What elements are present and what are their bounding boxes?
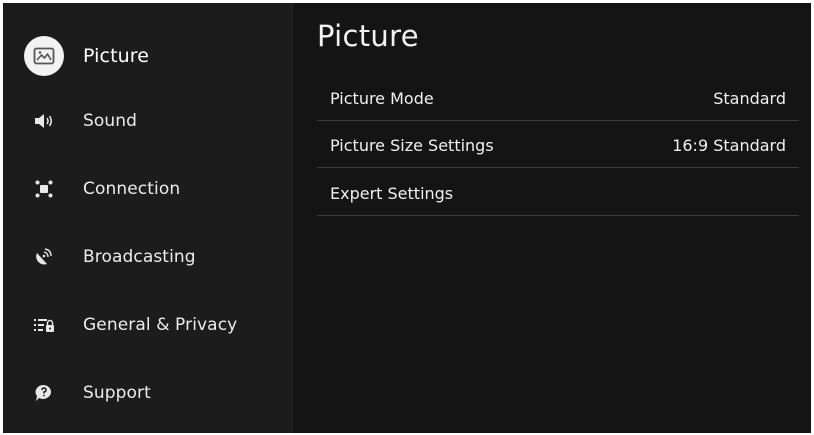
sidebar-item-sound[interactable]: Sound <box>3 94 292 148</box>
picture-icon <box>24 36 64 76</box>
row-divider <box>317 167 799 168</box>
settings-sidebar: Picture Sound Connection Broadcasting Ge… <box>3 3 292 433</box>
connection-icon <box>24 169 64 209</box>
settings-screen: Picture Sound Connection Broadcasting Ge… <box>3 3 811 433</box>
setting-label: Expert Settings <box>330 184 454 203</box>
settings-panel: Picture Picture Mode Standard Picture Si… <box>293 3 811 433</box>
setting-label: Picture Mode <box>330 89 434 108</box>
general-privacy-icon <box>24 305 64 345</box>
support-icon <box>24 373 64 413</box>
sidebar-item-connection[interactable]: Connection <box>3 162 292 216</box>
setting-value: Standard <box>713 89 786 108</box>
setting-label: Picture Size Settings <box>330 136 494 155</box>
page-title: Picture <box>317 19 419 53</box>
sidebar-item-support[interactable]: Support <box>3 366 292 420</box>
row-divider <box>317 120 799 121</box>
sidebar-item-broadcasting[interactable]: Broadcasting <box>3 230 292 284</box>
sidebar-item-label: Broadcasting <box>83 247 196 267</box>
setting-row-picture-mode[interactable]: Picture Mode Standard <box>317 75 799 121</box>
speaker-icon <box>24 101 64 141</box>
sidebar-item-label: General & Privacy <box>83 315 238 335</box>
setting-row-picture-size[interactable]: Picture Size Settings 16:9 Standard <box>317 122 799 168</box>
setting-row-expert-settings[interactable]: Expert Settings <box>317 170 799 216</box>
sidebar-item-label: Connection <box>83 179 181 199</box>
sidebar-item-label: Support <box>83 383 151 403</box>
sidebar-item-picture[interactable]: Picture <box>3 29 292 83</box>
sidebar-item-label: Picture <box>83 45 150 67</box>
setting-value: 16:9 Standard <box>672 136 786 155</box>
broadcast-dish-icon <box>24 237 64 277</box>
sidebar-item-label: Sound <box>83 111 138 131</box>
row-divider <box>317 215 799 216</box>
sidebar-item-general-privacy[interactable]: General & Privacy <box>3 298 292 352</box>
